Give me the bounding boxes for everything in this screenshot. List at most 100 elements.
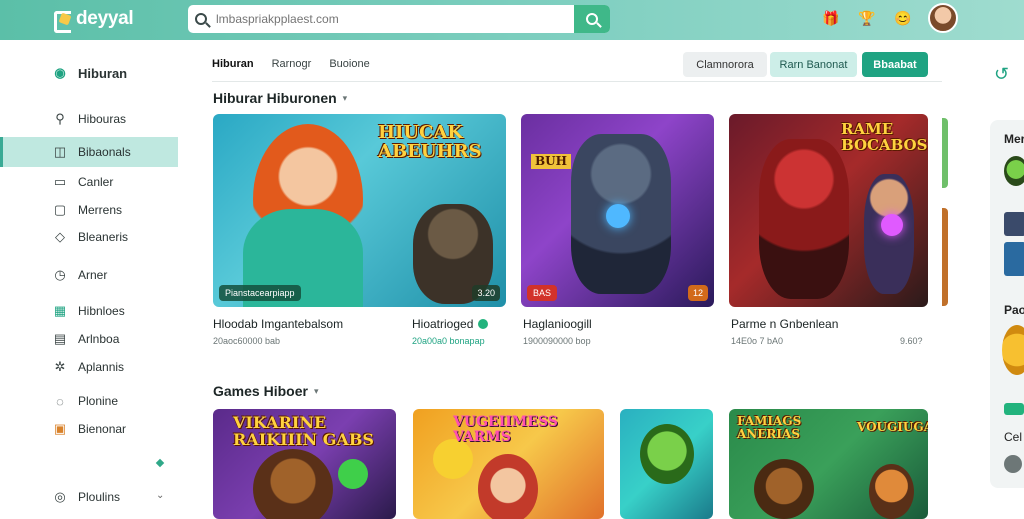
panel-thumb [1004, 212, 1024, 236]
chevron-down-icon: ▾ [342, 92, 348, 103]
wallet-icon: ▣ [53, 421, 67, 436]
avatar[interactable] [928, 3, 958, 33]
refresh-icon[interactable]: ↺ [994, 64, 1009, 85]
home-icon: ◉ [54, 65, 66, 80]
indicator-dot [155, 458, 165, 468]
orb-art [338, 459, 368, 489]
section-title-2-label: Games Hiboer [213, 383, 308, 399]
tab-hiburan[interactable]: Hiburan [212, 58, 254, 70]
shield-icon: ◇ [55, 229, 65, 244]
right-panel-subtitle: Pao [1004, 303, 1024, 317]
card-art-title: HIUCAK ABEUHRS [378, 122, 482, 162]
section-title-1[interactable]: Hiburar Hiburonen ▾ [213, 90, 347, 106]
card-title[interactable]: Hloodab Imgantebalsom [213, 317, 343, 331]
settings-icon: ✲ [54, 359, 66, 374]
card-art-title: RAME BOCABOS [841, 120, 928, 154]
chevron-down-icon: ▾ [313, 385, 319, 396]
sidebar-item-arlnboa[interactable]: ▤ Arlnboa [0, 324, 178, 354]
search-button[interactable] [574, 5, 610, 33]
scroll-handle[interactable] [1004, 455, 1022, 473]
panel-thumb [1004, 242, 1024, 276]
sidebar-item-ploulins[interactable]: ◎ Ploulins [0, 482, 178, 512]
sidebar-item-hibouras[interactable]: ⚲ Hibouras [0, 104, 178, 134]
right-panel-title: Mer [1004, 132, 1024, 146]
villain-art [759, 139, 849, 299]
sidebar-item-arner[interactable]: ◷ Arner [0, 260, 178, 290]
chat-bubble-icon: ◌ [56, 393, 64, 409]
top-icons: 🎁 🏆 😊 [820, 3, 958, 33]
gamepad-icon: ◫ [53, 144, 67, 159]
search-bar [188, 5, 610, 33]
sidebar: ◉ Hiburan ⚲ Hibouras ◫ Bibaonals ▭ Canle… [0, 40, 190, 512]
overflow-card-sliver [942, 118, 948, 188]
sidebar-item-bleaneris[interactable]: ◇ Bleaneris [0, 222, 178, 252]
tab-rarnogr[interactable]: Rarnogr [272, 58, 312, 70]
search-input[interactable] [214, 5, 574, 33]
filter-button[interactable]: Clamnorora [683, 52, 767, 77]
card-art-title: VUGEIIMESS VARMS [453, 414, 558, 445]
sidebar-item-label: Arner [78, 268, 108, 282]
sidebar-item-bienonar[interactable]: ▣ Bienonar [0, 414, 178, 444]
verified-icon [478, 319, 489, 329]
chick-art [433, 439, 473, 479]
headset-icon: ◎ [54, 489, 66, 504]
sidebar-header[interactable]: ◉ Hiburan [0, 58, 178, 88]
chat-icon: ▢ [53, 202, 67, 217]
sidebar-item-aplannis[interactable]: ✲ Aplannis [0, 352, 178, 382]
game-card-4[interactable]: RAME BOCABOS [729, 114, 928, 307]
panel-badge [1004, 403, 1024, 415]
sidebar-item-merrens[interactable]: ▢ Merrens [0, 195, 178, 225]
sidebar-item-label: Hibouras [78, 112, 127, 126]
panel-coin-art [1002, 325, 1024, 375]
sidebar-item-label: Arlnboa [78, 332, 120, 346]
gift-icon[interactable]: 🎁 [820, 7, 842, 29]
tag-icon: ▤ [53, 331, 67, 346]
card-badge-right: 12 [687, 285, 708, 301]
sidebar-item-label: Hibnloes [78, 304, 125, 318]
sidebar-item-bibaonals[interactable]: ◫ Bibaonals [0, 137, 178, 167]
game-card-7[interactable] [620, 409, 713, 519]
user-icon: ⚲ [55, 111, 65, 126]
sidebar-item-canler[interactable]: ▭ Canler [0, 167, 178, 197]
right-panel-label: Cel [1004, 430, 1023, 444]
card-badge-right: 3.20 [472, 285, 500, 301]
trophy-icon[interactable]: 🏆 [856, 7, 878, 29]
top-bar: deyyal 🎁 🏆 😊 [0, 0, 1024, 40]
game-card-6[interactable]: VUGEIIMESS VARMS [413, 409, 604, 519]
card-art-title: VIKARINE RAIKIIIN GABS [233, 413, 374, 449]
hero-art [478, 454, 538, 519]
card-title[interactable]: Hioatrioged [412, 317, 489, 331]
overflow-card-sliver [942, 208, 948, 306]
card-title[interactable]: Haglanioogill [523, 317, 592, 331]
sidebar-item-hibnloes[interactable]: ▦ Hibnloes [0, 296, 178, 326]
game-card-2[interactable]: BUH BAS 12 [521, 114, 714, 307]
game-card-5[interactable]: VIKARINE RAIKIIIN GABS [213, 409, 396, 519]
adventurer-art [869, 464, 914, 519]
game-card-8[interactable]: FAMIAGS ANERIAS VOUGIUGA [729, 409, 928, 519]
monster-art [640, 424, 694, 484]
card-title-label: Hioatrioged [412, 317, 474, 331]
section-title-2[interactable]: Games Hiboer ▾ [213, 383, 318, 399]
card-badge: Pianstacearpiapp [219, 285, 301, 301]
main-content: Hiburan Rarnogr Buoione Clamnorora Rarn … [200, 40, 942, 519]
search-button-icon [586, 13, 598, 25]
card-subtitle: 20a00a0 bonapap [412, 336, 485, 346]
game-card-1[interactable]: HIUCAK ABEUHRS Pianstacearpiapp 3.20 [213, 114, 506, 307]
emoji-icon[interactable]: 😊 [892, 7, 914, 29]
sidebar-item-plonine[interactable]: ◌ Plonine [0, 386, 178, 416]
card-subtitle: 14E0o 7 bA0 [731, 336, 784, 346]
chevron-down-icon[interactable]: ⌄ [156, 490, 164, 501]
card-art-title-2: VOUGIUGA [857, 420, 928, 434]
sidebar-item-label: Aplannis [78, 360, 125, 374]
logo-mark-icon [52, 9, 72, 33]
card-subtitle: 20aoc60000 bab [213, 336, 281, 346]
secondary-button[interactable]: Rarn Banonat [770, 52, 857, 77]
sidebar-header-label: Hiburan [78, 65, 128, 81]
app-logo[interactable]: deyyal [52, 8, 134, 33]
sidebar-item-label: Bleaneris [78, 230, 129, 244]
card-title[interactable]: Parme n Gnbenlean [731, 317, 838, 331]
tab-buoione[interactable]: Buoione [329, 58, 369, 70]
sidebar-item-label: Merrens [78, 203, 123, 217]
card-subtitle: 1900090000 bop [523, 336, 591, 346]
primary-button[interactable]: Bbaabat [862, 52, 928, 77]
